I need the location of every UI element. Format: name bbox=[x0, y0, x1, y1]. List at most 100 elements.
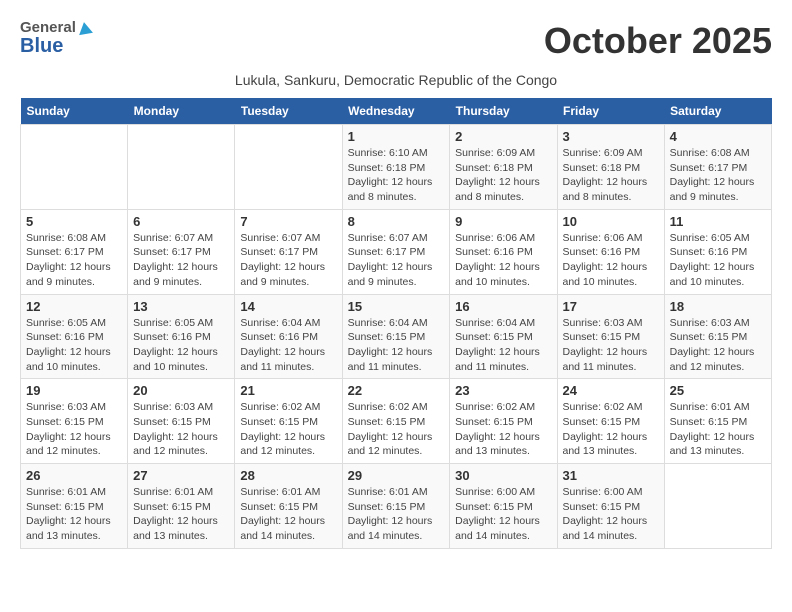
calendar-cell: 4 Sunrise: 6:08 AMSunset: 6:17 PMDaylight… bbox=[664, 125, 771, 210]
day-number: 6 bbox=[133, 214, 229, 229]
calendar-cell bbox=[664, 464, 771, 549]
day-number: 26 bbox=[26, 468, 122, 483]
day-info: Sunrise: 6:09 AMSunset: 6:18 PMDaylight:… bbox=[563, 146, 659, 205]
day-number: 12 bbox=[26, 299, 122, 314]
calendar-subtitle: Lukula, Sankuru, Democratic Republic of … bbox=[20, 72, 772, 88]
day-number: 2 bbox=[455, 129, 551, 144]
header-day-sunday: Sunday bbox=[21, 98, 128, 125]
calendar-cell: 28 Sunrise: 6:01 AMSunset: 6:15 PMDayligh… bbox=[235, 464, 342, 549]
day-info: Sunrise: 6:04 AMSunset: 6:15 PMDaylight:… bbox=[348, 316, 445, 375]
calendar-cell: 5 Sunrise: 6:08 AMSunset: 6:17 PMDaylight… bbox=[21, 209, 128, 294]
day-info: Sunrise: 6:07 AMSunset: 6:17 PMDaylight:… bbox=[133, 231, 229, 290]
day-info: Sunrise: 6:10 AMSunset: 6:18 PMDaylight:… bbox=[348, 146, 445, 205]
day-number: 1 bbox=[348, 129, 445, 144]
calendar-cell: 26Sunrise: 6:01 AMSunset: 6:15 PMDayligh… bbox=[21, 464, 128, 549]
day-info: Sunrise: 6:02 AMSunset: 6:15 PMDaylight:… bbox=[240, 400, 336, 459]
header-day-saturday: Saturday bbox=[664, 98, 771, 125]
calendar-body: 1 Sunrise: 6:10 AMSunset: 6:18 PMDaylight… bbox=[21, 125, 772, 549]
calendar-cell: 27 Sunrise: 6:01 AMSunset: 6:15 PMDayligh… bbox=[128, 464, 235, 549]
calendar-cell: 15 Sunrise: 6:04 AMSunset: 6:15 PMDayligh… bbox=[342, 294, 450, 379]
calendar-cell: 13 Sunrise: 6:05 AMSunset: 6:16 PMDayligh… bbox=[128, 294, 235, 379]
calendar-table: SundayMondayTuesdayWednesdayThursdayFrid… bbox=[20, 98, 772, 549]
calendar-cell: 24 Sunrise: 6:02 AMSunset: 6:15 PMDayligh… bbox=[557, 379, 664, 464]
day-number: 9 bbox=[455, 214, 551, 229]
day-number: 19 bbox=[26, 383, 122, 398]
day-info: Sunrise: 6:09 AMSunset: 6:18 PMDaylight:… bbox=[455, 146, 551, 205]
calendar-cell: 29Sunrise: 6:01 AMSunset: 6:15 PMDayligh… bbox=[342, 464, 450, 549]
day-info: Sunrise: 6:02 AMSunset: 6:15 PMDaylight:… bbox=[563, 400, 659, 459]
calendar-cell: 14Sunrise: 6:04 AMSunset: 6:16 PMDayligh… bbox=[235, 294, 342, 379]
header-day-wednesday: Wednesday bbox=[342, 98, 450, 125]
day-info: Sunrise: 6:03 AMSunset: 6:15 PMDaylight:… bbox=[670, 316, 766, 375]
day-number: 4 bbox=[670, 129, 766, 144]
day-number: 16 bbox=[455, 299, 551, 314]
day-info: Sunrise: 6:07 AMSunset: 6:17 PMDaylight:… bbox=[348, 231, 445, 290]
calendar-cell: 7Sunrise: 6:07 AMSunset: 6:17 PMDaylight… bbox=[235, 209, 342, 294]
calendar-cell bbox=[128, 125, 235, 210]
day-info: Sunrise: 6:05 AMSunset: 6:16 PMDaylight:… bbox=[133, 316, 229, 375]
calendar-cell bbox=[21, 125, 128, 210]
header-row: SundayMondayTuesdayWednesdayThursdayFrid… bbox=[21, 98, 772, 125]
day-number: 23 bbox=[455, 383, 551, 398]
day-info: Sunrise: 6:03 AMSunset: 6:15 PMDaylight:… bbox=[133, 400, 229, 459]
day-info: Sunrise: 6:02 AMSunset: 6:15 PMDaylight:… bbox=[348, 400, 445, 459]
day-number: 5 bbox=[26, 214, 122, 229]
day-info: Sunrise: 6:01 AMSunset: 6:15 PMDaylight:… bbox=[240, 485, 336, 544]
day-info: Sunrise: 6:00 AMSunset: 6:15 PMDaylight:… bbox=[563, 485, 659, 544]
calendar-cell: 8 Sunrise: 6:07 AMSunset: 6:17 PMDaylight… bbox=[342, 209, 450, 294]
day-number: 22 bbox=[348, 383, 445, 398]
calendar-cell: 3 Sunrise: 6:09 AMSunset: 6:18 PMDaylight… bbox=[557, 125, 664, 210]
calendar-cell: 9 Sunrise: 6:06 AMSunset: 6:16 PMDaylight… bbox=[450, 209, 557, 294]
week-row-1: 1 Sunrise: 6:10 AMSunset: 6:18 PMDaylight… bbox=[21, 125, 772, 210]
calendar-cell: 19 Sunrise: 6:03 AMSunset: 6:15 PMDayligh… bbox=[21, 379, 128, 464]
day-info: Sunrise: 6:01 AMSunset: 6:15 PMDaylight:… bbox=[133, 485, 229, 544]
day-info: Sunrise: 6:08 AMSunset: 6:17 PMDaylight:… bbox=[670, 146, 766, 205]
calendar-cell: 22 Sunrise: 6:02 AMSunset: 6:15 PMDayligh… bbox=[342, 379, 450, 464]
calendar-cell: 18Sunrise: 6:03 AMSunset: 6:15 PMDayligh… bbox=[664, 294, 771, 379]
calendar-cell: 31 Sunrise: 6:00 AMSunset: 6:15 PMDayligh… bbox=[557, 464, 664, 549]
day-number: 8 bbox=[348, 214, 445, 229]
calendar-cell: 12 Sunrise: 6:05 AMSunset: 6:16 PMDayligh… bbox=[21, 294, 128, 379]
day-number: 30 bbox=[455, 468, 551, 483]
day-info: Sunrise: 6:08 AMSunset: 6:17 PMDaylight:… bbox=[26, 231, 122, 290]
calendar-cell: 10 Sunrise: 6:06 AMSunset: 6:16 PMDayligh… bbox=[557, 209, 664, 294]
header-day-thursday: Thursday bbox=[450, 98, 557, 125]
day-info: Sunrise: 6:05 AMSunset: 6:16 PMDaylight:… bbox=[26, 316, 122, 375]
day-number: 17 bbox=[563, 299, 659, 314]
day-number: 3 bbox=[563, 129, 659, 144]
week-row-4: 19 Sunrise: 6:03 AMSunset: 6:15 PMDayligh… bbox=[21, 379, 772, 464]
day-number: 21 bbox=[240, 383, 336, 398]
day-info: Sunrise: 6:04 AMSunset: 6:15 PMDaylight:… bbox=[455, 316, 551, 375]
calendar-cell bbox=[235, 125, 342, 210]
day-info: Sunrise: 6:05 AMSunset: 6:16 PMDaylight:… bbox=[670, 231, 766, 290]
week-row-5: 26 Sunrise: 6:01 AMSunset: 6:15 PMDayligh… bbox=[21, 464, 772, 549]
day-info: Sunrise: 6:07 AMSunset: 6:17 PMDaylight:… bbox=[240, 231, 336, 290]
page-header: General Blue October 2025 bbox=[20, 20, 772, 62]
day-info: Sunrise: 6:06 AMSunset: 6:16 PMDaylight:… bbox=[563, 231, 659, 290]
header-day-friday: Friday bbox=[557, 98, 664, 125]
day-number: 31 bbox=[563, 468, 659, 483]
day-number: 11 bbox=[670, 214, 766, 229]
week-row-2: 5 Sunrise: 6:08 AMSunset: 6:17 PMDaylight… bbox=[21, 209, 772, 294]
calendar-cell: 30 Sunrise: 6:00 AMSunset: 6:15 PMDayligh… bbox=[450, 464, 557, 549]
calendar-cell: 25Sunrise: 6:01 AMSunset: 6:15 PMDayligh… bbox=[664, 379, 771, 464]
calendar-cell: 2 Sunrise: 6:09 AMSunset: 6:18 PMDaylight… bbox=[450, 125, 557, 210]
day-info: Sunrise: 6:00 AMSunset: 6:15 PMDaylight:… bbox=[455, 485, 551, 544]
header-day-monday: Monday bbox=[128, 98, 235, 125]
day-number: 15 bbox=[348, 299, 445, 314]
day-number: 13 bbox=[133, 299, 229, 314]
calendar-header: SundayMondayTuesdayWednesdayThursdayFrid… bbox=[21, 98, 772, 125]
calendar-cell: 1 Sunrise: 6:10 AMSunset: 6:18 PMDaylight… bbox=[342, 125, 450, 210]
day-info: Sunrise: 6:06 AMSunset: 6:16 PMDaylight:… bbox=[455, 231, 551, 290]
day-info: Sunrise: 6:03 AMSunset: 6:15 PMDaylight:… bbox=[26, 400, 122, 459]
day-number: 25 bbox=[670, 383, 766, 398]
logo: General Blue bbox=[20, 20, 92, 57]
day-number: 28 bbox=[240, 468, 336, 483]
calendar-cell: 16 Sunrise: 6:04 AMSunset: 6:15 PMDayligh… bbox=[450, 294, 557, 379]
day-number: 20 bbox=[133, 383, 229, 398]
day-number: 27 bbox=[133, 468, 229, 483]
calendar-cell: 6 Sunrise: 6:07 AMSunset: 6:17 PMDaylight… bbox=[128, 209, 235, 294]
day-number: 24 bbox=[563, 383, 659, 398]
day-info: Sunrise: 6:01 AMSunset: 6:15 PMDaylight:… bbox=[348, 485, 445, 544]
day-number: 10 bbox=[563, 214, 659, 229]
